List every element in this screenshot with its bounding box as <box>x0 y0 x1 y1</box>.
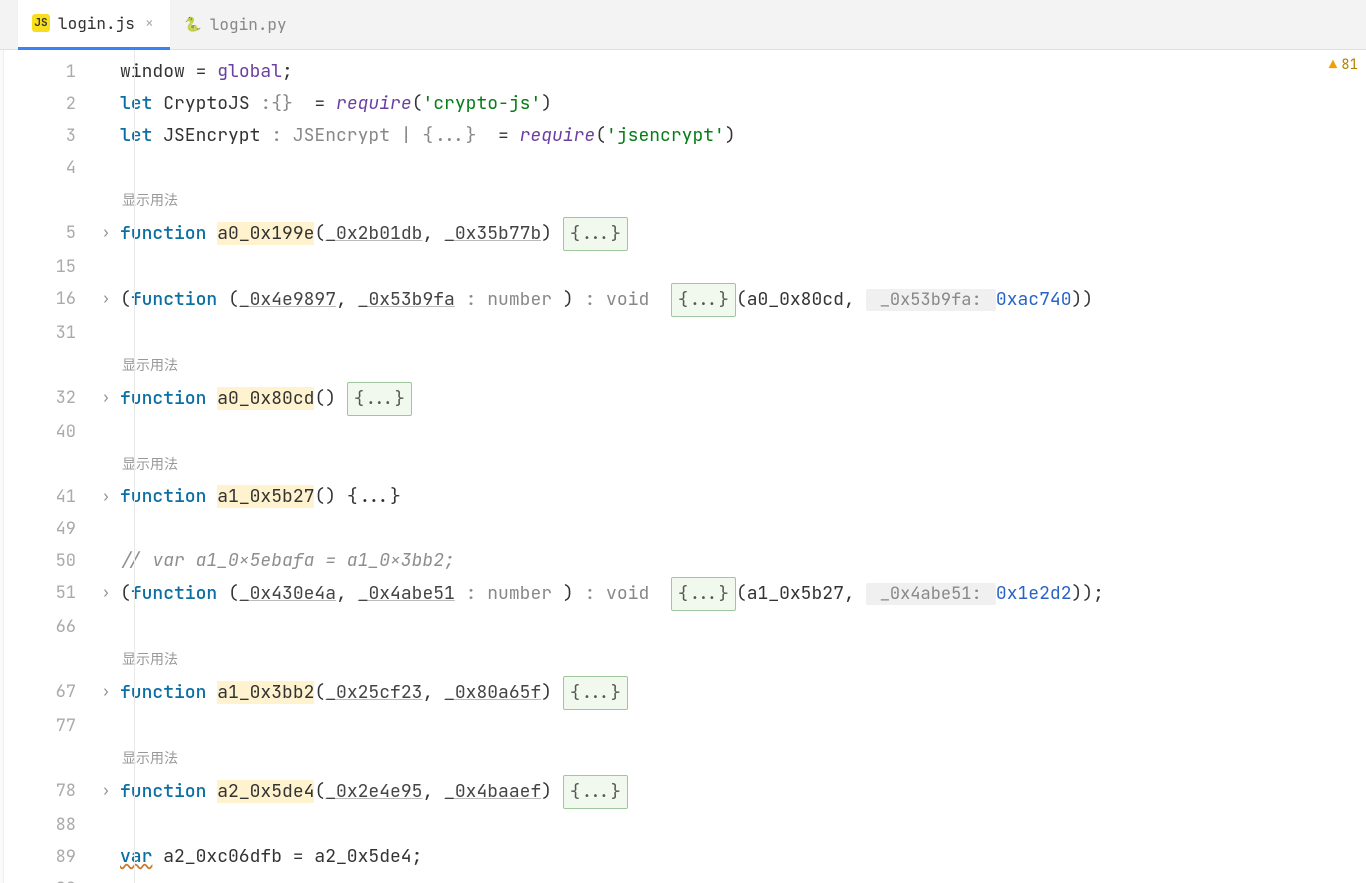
line-number: 32 <box>4 382 94 414</box>
code-lens-row: 显示用法 <box>4 184 1366 217</box>
line-number: 51 <box>4 577 94 609</box>
code-line[interactable]: 40 <box>4 416 1366 448</box>
line-number: 90 <box>4 873 94 883</box>
code-line[interactable]: 5 › function a0_0x199e(_0x2b01db, _0x35b… <box>4 217 1366 251</box>
tab-label: login.js <box>58 13 135 34</box>
line-number: 3 <box>4 120 94 152</box>
line-number: 15 <box>4 251 94 283</box>
line-number: 1 <box>4 56 94 88</box>
warning-badge[interactable]: ▲ 81 <box>1329 56 1358 74</box>
folded-region[interactable]: {...} <box>563 676 628 710</box>
code-line[interactable]: 51 › (function (_0x430e4a, _0x4abe51 : n… <box>4 577 1366 611</box>
py-file-icon: 🐍 <box>184 16 202 34</box>
folded-region[interactable]: {...} <box>347 382 412 416</box>
code-line[interactable]: 77 <box>4 710 1366 742</box>
code-line[interactable]: 2 let CryptoJS :{} = require('crypto-js'… <box>4 88 1366 120</box>
tab-label: login.py <box>210 14 287 35</box>
close-icon[interactable]: × <box>143 13 156 33</box>
folded-region[interactable]: {...} <box>563 217 628 251</box>
line-number: 41 <box>4 481 94 513</box>
fold-toggle[interactable]: › <box>94 481 118 513</box>
code-line[interactable]: 16 › (function (_0x4e9897, _0x53b9fa : n… <box>4 283 1366 317</box>
code-lens[interactable]: 显示用法 <box>120 750 178 768</box>
code-line[interactable]: 15 <box>4 251 1366 283</box>
code-lens-row: 显示用法 <box>4 643 1366 676</box>
code-line[interactable]: 90 <box>4 873 1366 883</box>
folded-region[interactable]: {...} <box>671 577 736 611</box>
code-line[interactable]: 3 let JSEncrypt : JSEncrypt | {...} = re… <box>4 120 1366 152</box>
line-number: 66 <box>4 611 94 643</box>
line-number: 31 <box>4 317 94 349</box>
code-line[interactable]: 32 › function a0_0x80cd() {...} <box>4 382 1366 416</box>
code-line[interactable]: 88 <box>4 809 1366 841</box>
inlay-hint: _0x53b9fa: <box>866 289 996 311</box>
tab-login-py[interactable]: 🐍 login.py <box>170 0 301 50</box>
code-line[interactable]: 4 <box>4 152 1366 184</box>
line-number: 49 <box>4 513 94 545</box>
line-number: 5 <box>4 217 94 249</box>
code-line[interactable]: 89 var a2_0xc06dfb = a2_0x5de4; <box>4 841 1366 873</box>
line-number: 67 <box>4 676 94 708</box>
code-lens[interactable]: 显示用法 <box>120 651 178 669</box>
fold-toggle[interactable]: › <box>94 382 118 414</box>
code-lens-row: 显示用法 <box>4 742 1366 775</box>
code-line[interactable]: 78 › function a2_0x5de4(_0x2e4e95, _0x4b… <box>4 775 1366 809</box>
tab-login-js[interactable]: JS login.js × <box>18 0 170 50</box>
folded-region[interactable]: {...} <box>563 775 628 809</box>
line-number: 89 <box>4 841 94 873</box>
code-lens[interactable]: 显示用法 <box>120 456 178 474</box>
warning-count: 81 <box>1341 56 1358 74</box>
inlay-hint: _0x4abe51: <box>866 583 996 605</box>
line-number: 16 <box>4 283 94 315</box>
line-number: 88 <box>4 809 94 841</box>
fold-toggle[interactable]: › <box>94 217 118 249</box>
fold-toggle[interactable]: › <box>94 577 118 609</box>
code-line[interactable]: 41 › function a1_0x5b27() {...} <box>4 481 1366 513</box>
code-line[interactable]: 1 window = global; <box>4 56 1366 88</box>
code-lens-row: 显示用法 <box>4 349 1366 382</box>
folded-region[interactable]: {...} <box>671 283 736 317</box>
line-number: 77 <box>4 710 94 742</box>
code-lens-row: 显示用法 <box>4 448 1366 481</box>
line-number: 2 <box>4 88 94 120</box>
code-lens[interactable]: 显示用法 <box>120 192 178 210</box>
code-line[interactable]: 67 › function a1_0x3bb2(_0x25cf23, _0x80… <box>4 676 1366 710</box>
code-line[interactable]: 31 <box>4 317 1366 349</box>
line-number: 78 <box>4 775 94 807</box>
js-file-icon: JS <box>32 14 50 32</box>
code-lens[interactable]: 显示用法 <box>120 357 178 375</box>
editor-body[interactable]: ▲ 81 1 window = global; 2 let CryptoJS :… <box>0 50 1366 883</box>
line-number: 4 <box>4 152 94 184</box>
gutter-border <box>134 50 135 883</box>
line-number: 40 <box>4 416 94 448</box>
line-number: 50 <box>4 545 94 577</box>
editor-tabs: JS login.js × 🐍 login.py <box>0 0 1366 50</box>
code-line[interactable]: 49 <box>4 513 1366 545</box>
fold-toggle[interactable]: › <box>94 283 118 315</box>
warning-icon: ▲ <box>1329 56 1337 74</box>
fold-toggle[interactable]: › <box>94 676 118 708</box>
fold-toggle[interactable]: › <box>94 775 118 807</box>
code-line[interactable]: 66 <box>4 611 1366 643</box>
code-area[interactable]: 1 window = global; 2 let CryptoJS :{} = … <box>4 50 1366 883</box>
code-line[interactable]: 50 // var a1_0x5ebafa = a1_0x3bb2; <box>4 545 1366 577</box>
